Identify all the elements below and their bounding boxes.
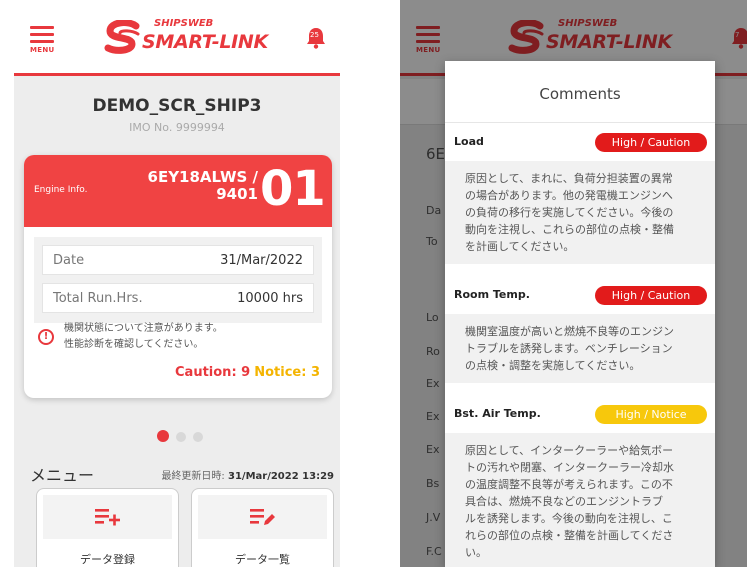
- notification-count: 25: [310, 31, 319, 39]
- data-register-tile[interactable]: データ登録: [36, 488, 179, 567]
- comment-name: Bst. Air Temp.: [454, 407, 541, 420]
- date-label: Date: [53, 253, 85, 268]
- carousel-dot-2[interactable]: [176, 432, 186, 442]
- notice-count: Notice: 3: [254, 365, 320, 380]
- dialog-title: Comments: [445, 61, 715, 123]
- data-list-label: データ一覧: [235, 553, 290, 566]
- engine-model: 6EY18ALWS / 9401: [147, 168, 258, 203]
- app-header: MENU SHIPSWEB SMART-LINK 25: [14, 0, 340, 76]
- comment-section-bst-air-temp: Bst. Air Temp. High / Notice 原因として、インターク…: [445, 395, 715, 567]
- engine-info-panel: Date 31/Mar/2022 Total Run.Hrs. 10000 hr…: [34, 237, 322, 323]
- comments-screen: MENU SHIPSWEB SMART-LINK 7 6E Da To Lo R…: [400, 0, 747, 567]
- engine-card[interactable]: Engine Info. 6EY18ALWS / 9401 01 Date 31…: [24, 155, 332, 398]
- notification-bell-icon[interactable]: 25: [306, 27, 326, 49]
- comments-dialog: Comments Load High / Caution 原因として、まれに、負…: [445, 61, 715, 567]
- comment-name: Load: [454, 135, 484, 148]
- hamburger-icon: [30, 26, 54, 29]
- comment-name: Room Temp.: [454, 288, 530, 301]
- engine-info-label: Engine Info.: [34, 185, 88, 195]
- caution-count: Caution: 9: [175, 365, 251, 380]
- alert-icon: !: [38, 329, 54, 345]
- carousel-dot-1[interactable]: [157, 430, 169, 442]
- run-hours-value: 10000 hrs: [237, 291, 303, 306]
- run-hours-label: Total Run.Hrs.: [53, 291, 143, 306]
- engine-number: 01: [260, 161, 326, 217]
- run-hours-row: Total Run.Hrs. 10000 hrs: [42, 283, 314, 313]
- engine-header: Engine Info. 6EY18ALWS / 9401 01: [24, 155, 332, 227]
- comment-body: 原因として、まれに、負荷分担装置の異常 の場合があります。他の発電機エンジンへ …: [445, 161, 715, 264]
- severity-badge: High / Caution: [595, 133, 707, 152]
- severity-badge: High / Caution: [595, 286, 707, 305]
- brand-top: SHIPSWEB: [154, 18, 214, 29]
- menu-button[interactable]: MENU: [30, 26, 54, 54]
- comment-body: 機関室温度が高いと燃焼不良等のエンジン トラブルを誘発します。ベンチレーション …: [445, 314, 715, 383]
- carousel-dots[interactable]: [157, 427, 210, 446]
- severity-badge: High / Notice: [595, 405, 707, 424]
- comment-section-load: Load High / Caution 原因として、まれに、負荷分担装置の異常 …: [445, 123, 715, 264]
- comment-body: 原因として、インタークーラーや給気ボー トの汚れや閉塞、インタークーラー冷却水 …: [445, 433, 715, 567]
- alert-counts: Caution: 9 Notice: 3: [175, 365, 320, 380]
- date-value: 31/Mar/2022: [220, 253, 303, 268]
- home-screen: MENU SHIPSWEB SMART-LINK 25 DEMO_SCR_SHI…: [14, 0, 340, 567]
- list-add-icon: [94, 509, 120, 526]
- carousel-dot-3[interactable]: [193, 432, 203, 442]
- menu-label: MENU: [30, 46, 55, 54]
- ship-name: DEMO_SCR_SHIP3: [92, 96, 262, 116]
- screenshot-stage: MENU SHIPSWEB SMART-LINK 25 DEMO_SCR_SHI…: [0, 0, 747, 567]
- comment-section-room-temp: Room Temp. High / Caution 機関室温度が高いと燃焼不良等…: [445, 276, 715, 383]
- imo-number: IMO No. 9999994: [129, 121, 225, 134]
- brand-main: SMART-LINK: [142, 31, 268, 53]
- last-updated: 最終更新日時: 31/Mar/2022 13:29: [161, 471, 334, 482]
- menu-heading: メニュー: [30, 466, 95, 485]
- data-list-tile[interactable]: データ一覧: [191, 488, 334, 567]
- warning-message: 機関状態について注意があります。 性能診断を確認してください。: [64, 323, 223, 350]
- data-register-label: データ登録: [80, 553, 135, 566]
- s-logo-icon: [104, 20, 140, 54]
- list-edit-icon: [249, 509, 275, 525]
- date-row: Date 31/Mar/2022: [42, 245, 314, 275]
